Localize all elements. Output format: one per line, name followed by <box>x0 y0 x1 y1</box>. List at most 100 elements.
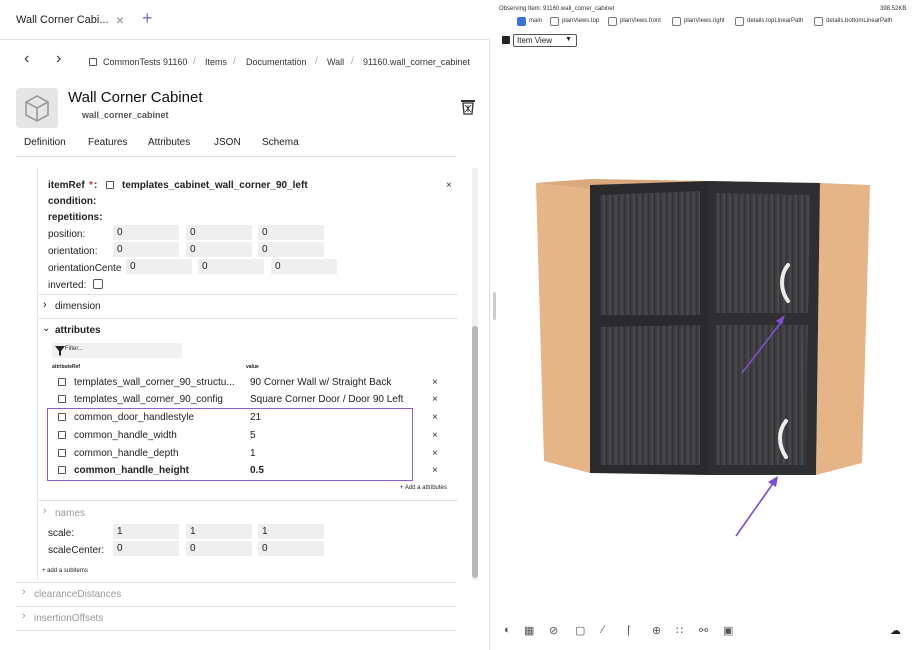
inverted-checkbox[interactable] <box>93 279 103 289</box>
attribute-value[interactable]: 0.5 <box>250 465 264 476</box>
table-row[interactable]: common_handle_height 0.5 × <box>48 462 458 479</box>
scale-x-input[interactable]: 1 <box>113 524 179 539</box>
palette-icon[interactable]: ◐ <box>504 624 511 636</box>
table-row[interactable]: common_door_handlestyle 21 × <box>48 409 458 426</box>
insertion-section[interactable]: insertionOffsets <box>34 613 103 624</box>
trash-icon[interactable] <box>460 97 476 115</box>
external-link-icon[interactable] <box>58 413 66 421</box>
attribute-ref[interactable]: common_handle_depth <box>74 448 179 459</box>
orientation-center-y-input[interactable]: 0 <box>198 259 264 274</box>
image-icon[interactable]: ▣ <box>723 624 733 637</box>
grid-icon[interactable]: ▦ <box>524 624 534 637</box>
attribute-value[interactable]: 21 <box>250 412 261 423</box>
attribute-ref[interactable]: common_handle_width <box>74 430 177 441</box>
breadcrumb-item[interactable]: 91160.wall_corner_cabinet <box>363 57 470 67</box>
tab-definition[interactable]: Definition <box>24 137 66 148</box>
breadcrumb-item[interactable]: Wall <box>327 57 344 67</box>
tab-json[interactable]: JSON <box>214 137 241 148</box>
chevron-right-icon[interactable]: › <box>43 299 47 311</box>
external-link-icon[interactable] <box>58 466 66 474</box>
view-checkbox-front[interactable] <box>608 17 617 26</box>
view-checkbox-top[interactable] <box>550 17 559 26</box>
page-title: Wall Corner Cabinet <box>68 89 203 106</box>
position-x-input[interactable]: 0 <box>113 225 179 240</box>
attribute-value[interactable]: 5 <box>250 430 256 441</box>
position-z-input[interactable]: 0 <box>258 225 324 240</box>
remove-icon[interactable]: × <box>432 448 438 459</box>
brush-icon[interactable]: ⁄ <box>602 624 604 636</box>
breadcrumb-item[interactable]: Items <box>205 57 227 67</box>
scale-y-input[interactable]: 1 <box>186 524 252 539</box>
attribute-ref[interactable]: templates_wall_corner_90_structu... <box>74 377 235 388</box>
remove-icon[interactable]: × <box>432 430 438 441</box>
cabinet-3d-view[interactable] <box>530 175 870 495</box>
remove-icon[interactable]: × <box>432 394 438 405</box>
position-y-input[interactable]: 0 <box>186 225 252 240</box>
external-link-icon[interactable] <box>58 431 66 439</box>
external-link-icon[interactable] <box>106 181 114 189</box>
close-icon[interactable]: × <box>446 180 452 191</box>
tab-attributes[interactable]: Attributes <box>148 137 190 148</box>
dimension-section[interactable]: dimension <box>55 301 101 312</box>
view-checkbox-bottom-linear[interactable] <box>814 17 823 26</box>
attributes-section[interactable]: attributes <box>55 325 101 336</box>
chevron-right-icon[interactable]: › <box>43 505 47 517</box>
external-link-icon[interactable] <box>58 449 66 457</box>
orientation-center-x-input[interactable]: 0 <box>126 259 192 274</box>
inverted-label: inverted: <box>48 280 87 291</box>
orientation-z-input[interactable]: 0 <box>258 242 324 257</box>
add-subitem-link[interactable]: + add a subitems <box>42 568 88 574</box>
divider <box>38 294 458 295</box>
scrollbar-thumb[interactable] <box>472 326 478 578</box>
chevron-down-icon[interactable]: ⌄ <box>42 323 50 334</box>
measure-icon[interactable]: ⌈ <box>627 624 631 637</box>
view-select[interactable]: Item View ▼ <box>513 34 577 47</box>
view-label: planViews.top <box>562 18 600 24</box>
dots-icon[interactable]: ∷ <box>676 624 683 637</box>
remove-icon[interactable]: × <box>432 465 438 476</box>
add-attribute-link[interactable]: + Add a attributes <box>400 485 447 491</box>
breadcrumb-item[interactable]: Documentation <box>246 57 307 67</box>
external-link-icon[interactable] <box>58 395 66 403</box>
chevron-right-icon[interactable]: › <box>22 586 26 598</box>
scale-center-x-input[interactable]: 0 <box>113 541 179 556</box>
attribute-value[interactable]: Square Corner Door / Door 90 Left <box>250 394 403 405</box>
table-row[interactable]: templates_wall_corner_90_config Square C… <box>48 391 458 408</box>
attribute-ref[interactable]: common_handle_height <box>74 465 189 476</box>
view-checkbox-top-linear[interactable] <box>735 17 744 26</box>
table-row[interactable]: templates_wall_corner_90_structu... 90 C… <box>48 374 458 391</box>
orientation-x-input[interactable]: 0 <box>113 242 179 257</box>
attribute-ref[interactable]: common_door_handlestyle <box>74 412 194 423</box>
scale-center-y-input[interactable]: 0 <box>186 541 252 556</box>
tab-schema[interactable]: Schema <box>262 137 299 148</box>
chevron-right-icon[interactable]: › <box>22 610 26 622</box>
tab-features[interactable]: Features <box>88 137 127 148</box>
orientation-y-input[interactable]: 0 <box>186 242 252 257</box>
attribute-ref[interactable]: templates_wall_corner_90_config <box>74 394 223 405</box>
table-row[interactable]: common_handle_width 5 × <box>48 427 458 444</box>
remove-icon[interactable]: × <box>432 412 438 423</box>
target-icon[interactable]: ⊕ <box>652 624 661 637</box>
cloud-download-icon[interactable]: ☁ <box>890 624 901 637</box>
external-link-icon[interactable] <box>58 378 66 386</box>
hierarchy-icon[interactable]: ⚯ <box>699 624 708 637</box>
remove-icon[interactable]: × <box>432 377 438 388</box>
orientation-center-z-input[interactable]: 0 <box>271 259 337 274</box>
itemref-value[interactable]: templates_cabinet_wall_corner_90_left <box>122 180 308 191</box>
clearance-section[interactable]: clearanceDistances <box>34 589 121 600</box>
view-checkbox-right[interactable] <box>672 17 681 26</box>
scrollbar[interactable] <box>472 168 478 580</box>
breadcrumb-item[interactable]: CommonTests 91160 <box>103 57 187 67</box>
names-section[interactable]: names <box>55 508 85 519</box>
box-icon[interactable]: ▢ <box>575 624 585 637</box>
table-row[interactable]: common_handle_depth 1 × <box>48 445 458 462</box>
compass-icon[interactable]: ⊘ <box>549 624 558 637</box>
attribute-value[interactable]: 90 Corner Wall w/ Straight Back <box>250 377 391 388</box>
view-label: planViews.front <box>620 18 661 24</box>
view-checkbox-main[interactable] <box>517 17 526 26</box>
filter-input[interactable]: Filter... <box>52 343 182 358</box>
scale-center-z-input[interactable]: 0 <box>258 541 324 556</box>
attribute-value[interactable]: 1 <box>250 448 256 459</box>
resize-handle[interactable] <box>493 292 496 320</box>
scale-z-input[interactable]: 1 <box>258 524 324 539</box>
